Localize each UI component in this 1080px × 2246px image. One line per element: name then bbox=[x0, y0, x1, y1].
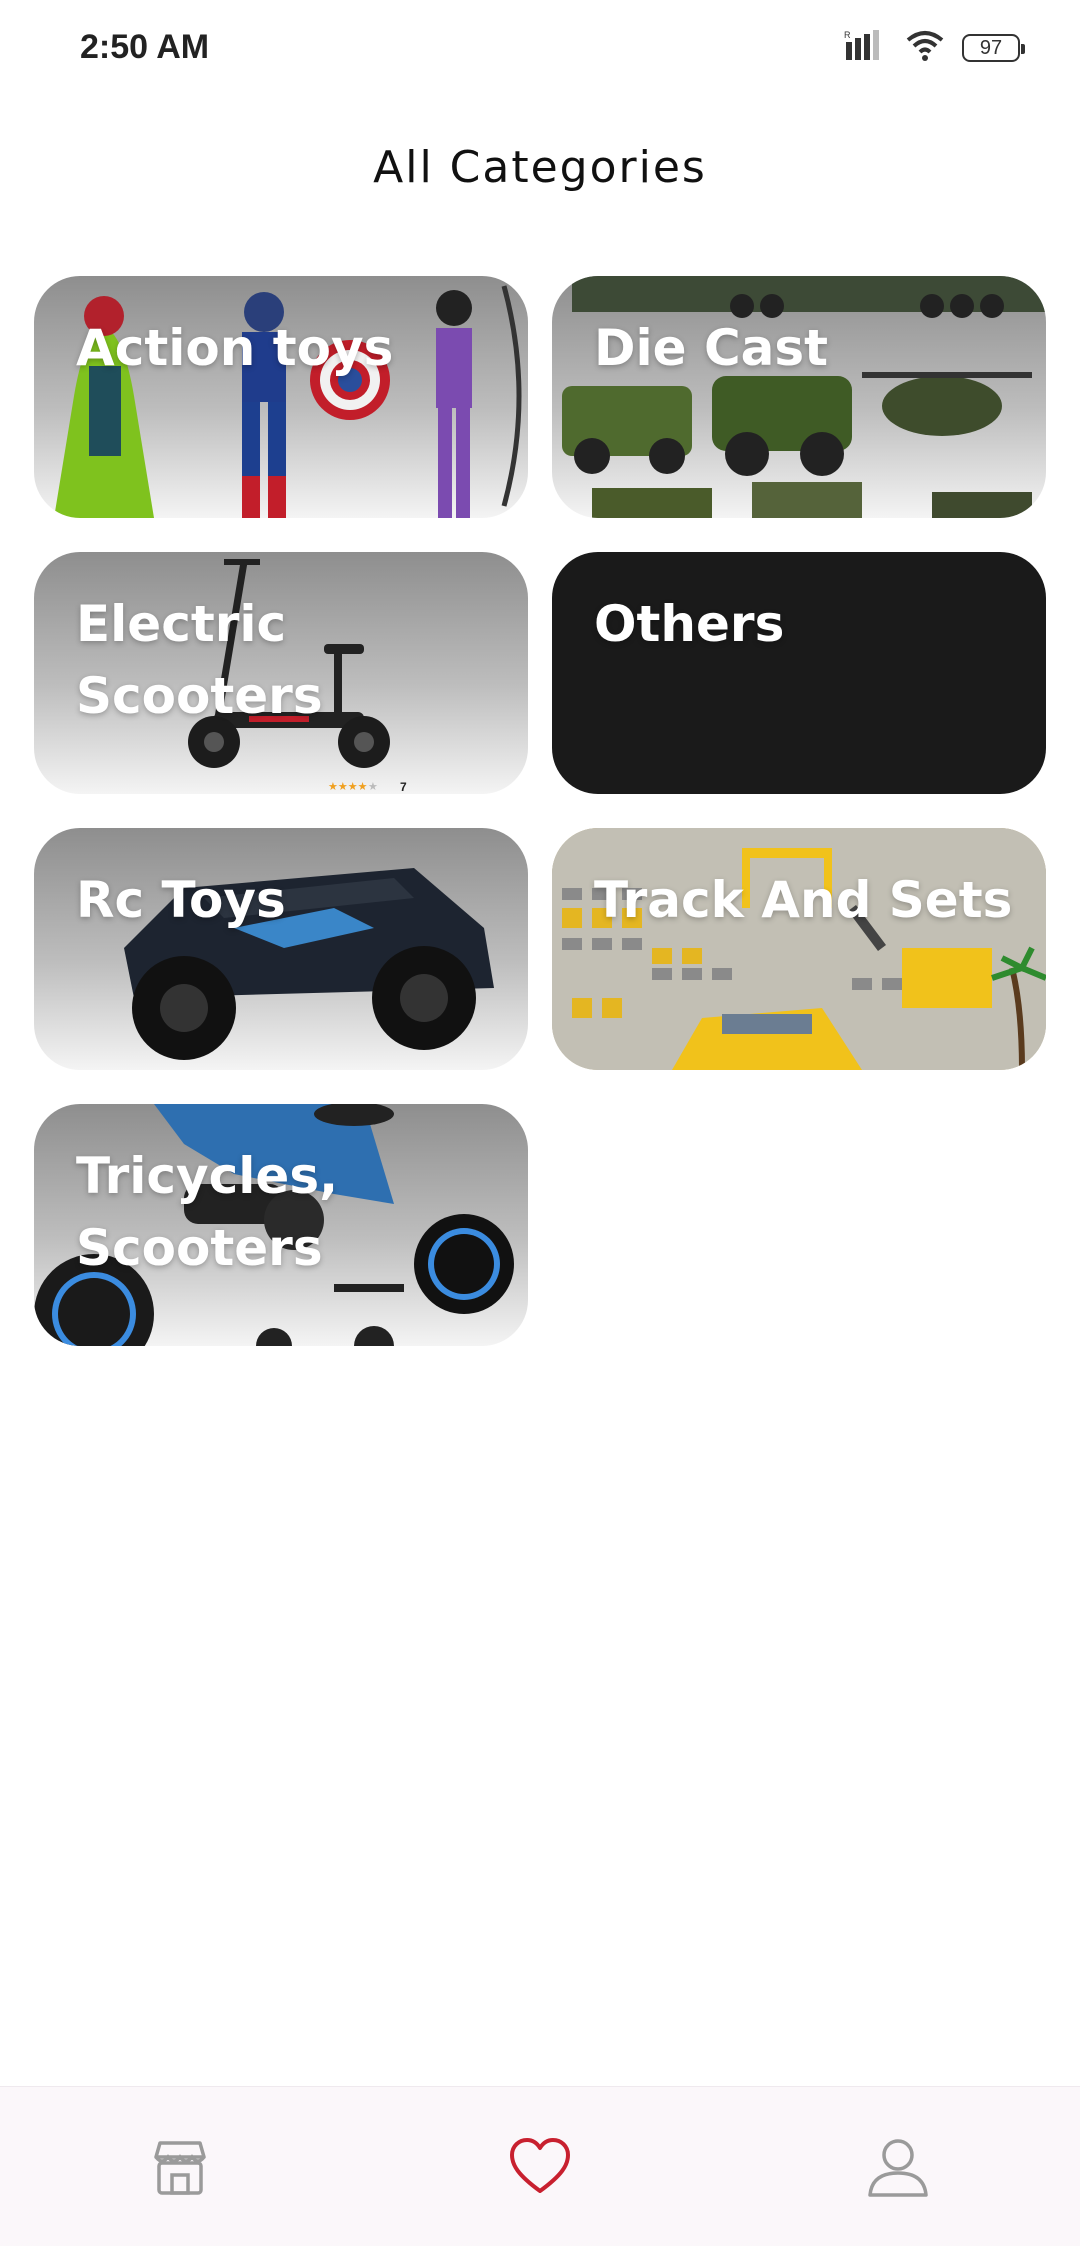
category-label: Electric Scooters bbox=[76, 595, 323, 725]
battery-icon: 97 bbox=[962, 34, 1025, 62]
svg-text:★★★★: ★★★★ bbox=[328, 780, 368, 793]
category-grid: Action toys Die Cast ★★★★ ★ Electric Sco… bbox=[34, 276, 1046, 1346]
svg-text:★: ★ bbox=[368, 780, 378, 793]
category-card-die-cast[interactable]: Die Cast bbox=[552, 276, 1046, 518]
category-card-others[interactable]: Others bbox=[552, 552, 1046, 794]
category-label: Others bbox=[594, 595, 785, 653]
category-card-rc-toys[interactable]: Rc Toys bbox=[34, 828, 528, 1070]
category-card-track-and-sets[interactable]: Track And Sets bbox=[552, 828, 1046, 1070]
category-card-electric-scooters[interactable]: ★★★★ ★ Electric Scooters 7 bbox=[34, 552, 528, 794]
wifi-icon bbox=[906, 30, 944, 67]
nav-account-button[interactable] bbox=[858, 2127, 938, 2207]
status-icons: R 97 bbox=[844, 28, 1025, 68]
category-label: Action toys bbox=[76, 319, 394, 377]
status-time: 2:50 AM bbox=[80, 28, 210, 66]
category-label: Tricycles, Scooters bbox=[76, 1147, 339, 1277]
nav-favorites-button[interactable] bbox=[500, 2127, 580, 2207]
category-label: Rc Toys bbox=[76, 871, 286, 929]
store-icon bbox=[154, 2141, 206, 2195]
category-card-tricycles-scooters[interactable]: Tricycles, Scooters bbox=[34, 1104, 528, 1346]
heart-icon bbox=[510, 2138, 570, 2193]
svg-text:R: R bbox=[844, 30, 851, 40]
rating-count: 7 bbox=[400, 780, 407, 794]
page-title: All Categories bbox=[373, 142, 707, 193]
battery-level: 97 bbox=[979, 36, 1003, 59]
category-label: Track And Sets bbox=[594, 871, 1013, 929]
signal-icon: R bbox=[844, 29, 888, 67]
user-icon bbox=[868, 2139, 928, 2197]
category-label: Die Cast bbox=[594, 319, 829, 377]
bottom-nav bbox=[0, 2086, 1080, 2246]
nav-store-button[interactable] bbox=[140, 2127, 220, 2207]
category-card-action-toys[interactable]: Action toys bbox=[34, 276, 528, 518]
status-bar: 2:50 AM R 97 bbox=[0, 0, 1080, 96]
